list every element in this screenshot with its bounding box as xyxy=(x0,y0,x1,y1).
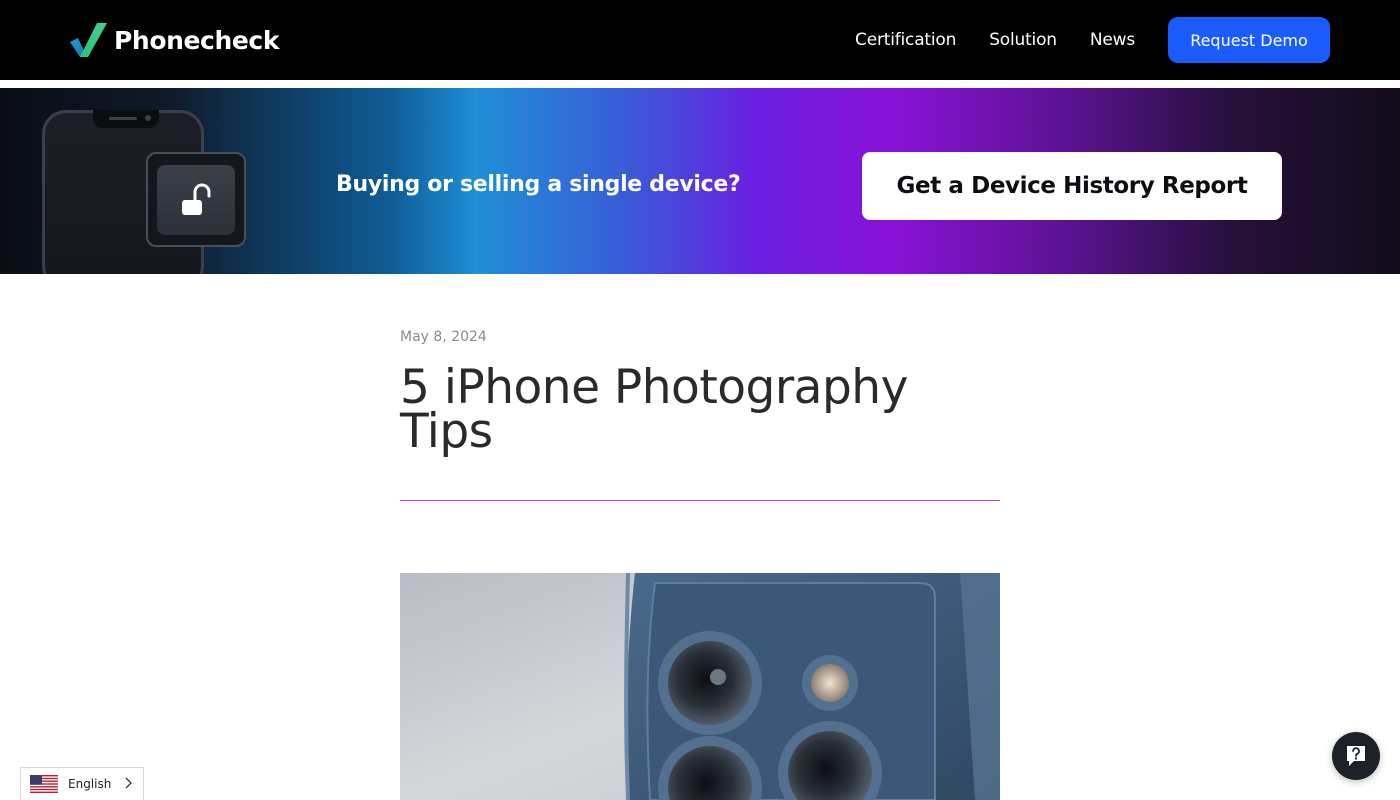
title-divider xyxy=(400,500,1000,501)
chevron-right-icon xyxy=(125,777,132,789)
site-header: Phonecheck Certification Solution News R… xyxy=(0,0,1400,80)
device-history-report-button[interactable]: Get a Device History Report xyxy=(862,152,1282,220)
help-chat-button[interactable] xyxy=(1332,732,1380,780)
hero-image xyxy=(400,573,1000,800)
nav-link-certification[interactable]: Certification xyxy=(855,30,956,50)
nav-link-solution[interactable]: Solution xyxy=(989,30,1057,50)
unlock-icon xyxy=(146,152,246,247)
us-flag-icon xyxy=(30,775,58,793)
request-demo-button[interactable]: Request Demo xyxy=(1168,17,1330,63)
header-spacer xyxy=(0,80,1400,88)
help-chat-icon xyxy=(1347,746,1365,766)
post-date: May 8, 2024 xyxy=(400,329,487,345)
language-switcher[interactable]: English xyxy=(20,767,144,800)
checkmark-logo-icon xyxy=(70,23,107,57)
brand-name: Phonecheck xyxy=(114,25,280,55)
phonecheck-logo[interactable]: Phonecheck xyxy=(70,22,279,58)
page-title: 5 iPhone Photography Tips xyxy=(400,360,908,459)
banner-headline: Buying or selling a single device? xyxy=(336,172,741,197)
promo-banner[interactable]: Buying or selling a single device? Get a… xyxy=(0,88,1400,274)
nav-link-news[interactable]: News xyxy=(1090,30,1135,50)
language-label: English xyxy=(68,777,112,791)
main-nav: Certification Solution News Request Demo xyxy=(855,0,1330,80)
